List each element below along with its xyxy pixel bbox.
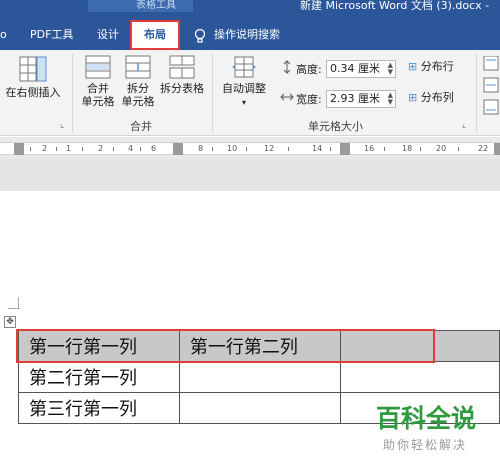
group-separator [72, 54, 73, 132]
chevron-down-icon: ▾ [241, 98, 246, 107]
tab-design[interactable]: 设计 [97, 24, 119, 50]
document-background [0, 159, 500, 191]
column-width-input[interactable]: 2.93 厘米 ▲ ▼ [326, 90, 396, 108]
table-row[interactable]: 第二行第一列 [18, 361, 500, 393]
split-cells-icon [125, 55, 151, 79]
watermark-subtitle: 助你轻松解决 [383, 438, 468, 452]
selection-highlight-box [16, 329, 435, 363]
watermark-title: 百科全说 [376, 404, 477, 433]
horizontal-ruler[interactable]: 2 1 2 4 6 8 10 12 14 16 18 20 22 [0, 142, 500, 155]
lightbulb-icon [194, 28, 206, 43]
ruler-number: 22 [478, 144, 489, 153]
merge-group-label: 合并 [130, 120, 152, 133]
ruler-number: 4 [128, 144, 134, 153]
autofit-button[interactable]: 自动调整 ▾ [218, 54, 270, 109]
tab-layout[interactable]: 布局 [130, 20, 180, 50]
ruler-number: 20 [436, 144, 447, 153]
cell-size-group-label: 单元格大小 [308, 120, 363, 133]
ribbon: 在右侧插入 ⌞ 合并 单元格 拆分 单元格 拆分表格 合并 自动调整 ▾ 高度:… [0, 50, 500, 136]
autofit-icon [232, 56, 256, 78]
distribute-rows-icon: ⊞ [408, 60, 418, 73]
row-height-icon [283, 60, 291, 74]
title-bar: 表格工具 新建 Microsoft Word 文档 (3).docx - o P… [0, 0, 500, 50]
merge-cells-label-2: 单元格 [81, 95, 115, 108]
autofit-label: 自动调整 [222, 82, 266, 95]
ruler-number: 12 [264, 144, 275, 153]
ruler-number: 8 [198, 144, 204, 153]
ruler-tick [458, 147, 459, 151]
ruler-tick [113, 147, 114, 151]
group-separator [212, 54, 213, 132]
split-table-icon [169, 55, 195, 79]
column-width-value: 2.93 厘米 [330, 92, 380, 105]
table-cell[interactable]: 第三行第一列 [18, 392, 180, 424]
insert-dialog-launcher[interactable]: ⌞ [60, 120, 64, 130]
width-spinner-arrows[interactable]: ▲ ▼ [388, 92, 393, 106]
split-table-button[interactable]: 拆分表格 [158, 54, 206, 95]
insert-right-label: 在右侧插入 [5, 86, 61, 99]
ruler-tick [420, 147, 421, 151]
group-separator [476, 54, 477, 132]
cell-size-dialog-launcher[interactable]: ⌞ [462, 120, 466, 130]
table-cell[interactable] [339, 361, 500, 393]
insert-right-button[interactable]: 在右侧插入 [0, 54, 66, 99]
row-height-value: 0.34 厘米 [330, 62, 380, 75]
insert-column-right-icon [19, 56, 47, 82]
ruler-tick [212, 147, 213, 151]
ruler-tick [30, 147, 31, 151]
tab-pdf-tools[interactable]: PDF工具 [30, 24, 73, 50]
distribute-cols-icon: ⊞ [408, 91, 418, 104]
table-cell[interactable] [178, 392, 341, 424]
ruler-number: 6 [151, 144, 157, 153]
row-height-input[interactable]: 0.34 厘米 ▲ ▼ [326, 60, 396, 78]
column-boundary-marker[interactable] [173, 143, 183, 155]
column-width-icon [280, 93, 294, 101]
split-cells-button[interactable]: 拆分 单元格 [118, 54, 158, 108]
ruler-tick [140, 147, 141, 151]
margin-corner-mark [8, 308, 20, 309]
distribute-cols-button[interactable]: ⊞ 分布列 [408, 91, 464, 104]
split-cells-label-2: 单元格 [121, 95, 155, 108]
ruler-number: 18 [402, 144, 413, 153]
ruler-number: 2 [42, 144, 48, 153]
left-indent-marker[interactable] [14, 143, 24, 155]
merge-cells-label-1: 合并 [87, 82, 109, 95]
document-title: 新建 Microsoft Word 文档 (3).docx - [300, 0, 490, 12]
ruler-tick [384, 147, 385, 151]
ruler-tick [288, 147, 289, 151]
table-move-handle-icon[interactable]: ✥ [4, 316, 16, 328]
ruler-tick [56, 147, 57, 151]
right-indent-marker[interactable] [494, 143, 500, 155]
ruler-number: 2 [98, 144, 104, 153]
ruler-number: 14 [312, 144, 323, 153]
context-tab-group-label: 表格工具 [136, 0, 176, 11]
split-cells-label-1: 拆分 [127, 82, 149, 95]
table-cell[interactable] [178, 361, 341, 393]
distribute-rows-label: 分布行 [420, 60, 454, 73]
ruler-number: 10 [227, 144, 238, 153]
ruler-area: 2 1 2 4 6 8 10 12 14 16 18 20 22 [0, 137, 500, 159]
height-spinner-arrows[interactable]: ▲ ▼ [388, 62, 393, 76]
merge-cells-icon [85, 55, 111, 79]
column-boundary-marker[interactable] [340, 143, 350, 155]
distribute-rows-button[interactable]: ⊞ 分布行 [408, 60, 464, 73]
ruler-tick [246, 147, 247, 151]
tell-me-search[interactable]: 操作说明搜索 [214, 24, 280, 50]
split-table-label: 拆分表格 [160, 82, 204, 95]
ruler-number: 1 [66, 144, 72, 153]
alignment-icons[interactable] [483, 56, 499, 116]
merge-cells-button[interactable]: 合并 单元格 [78, 54, 118, 108]
ruler-number: 16 [364, 144, 375, 153]
width-label: 宽度: [296, 93, 322, 106]
tab-partial[interactable]: o [0, 24, 7, 50]
ruler-tick [330, 147, 331, 151]
height-label: 高度: [296, 63, 322, 76]
distribute-cols-label: 分布列 [420, 91, 454, 104]
table-cell[interactable]: 第二行第一列 [18, 361, 180, 393]
ruler-tick [82, 147, 83, 151]
